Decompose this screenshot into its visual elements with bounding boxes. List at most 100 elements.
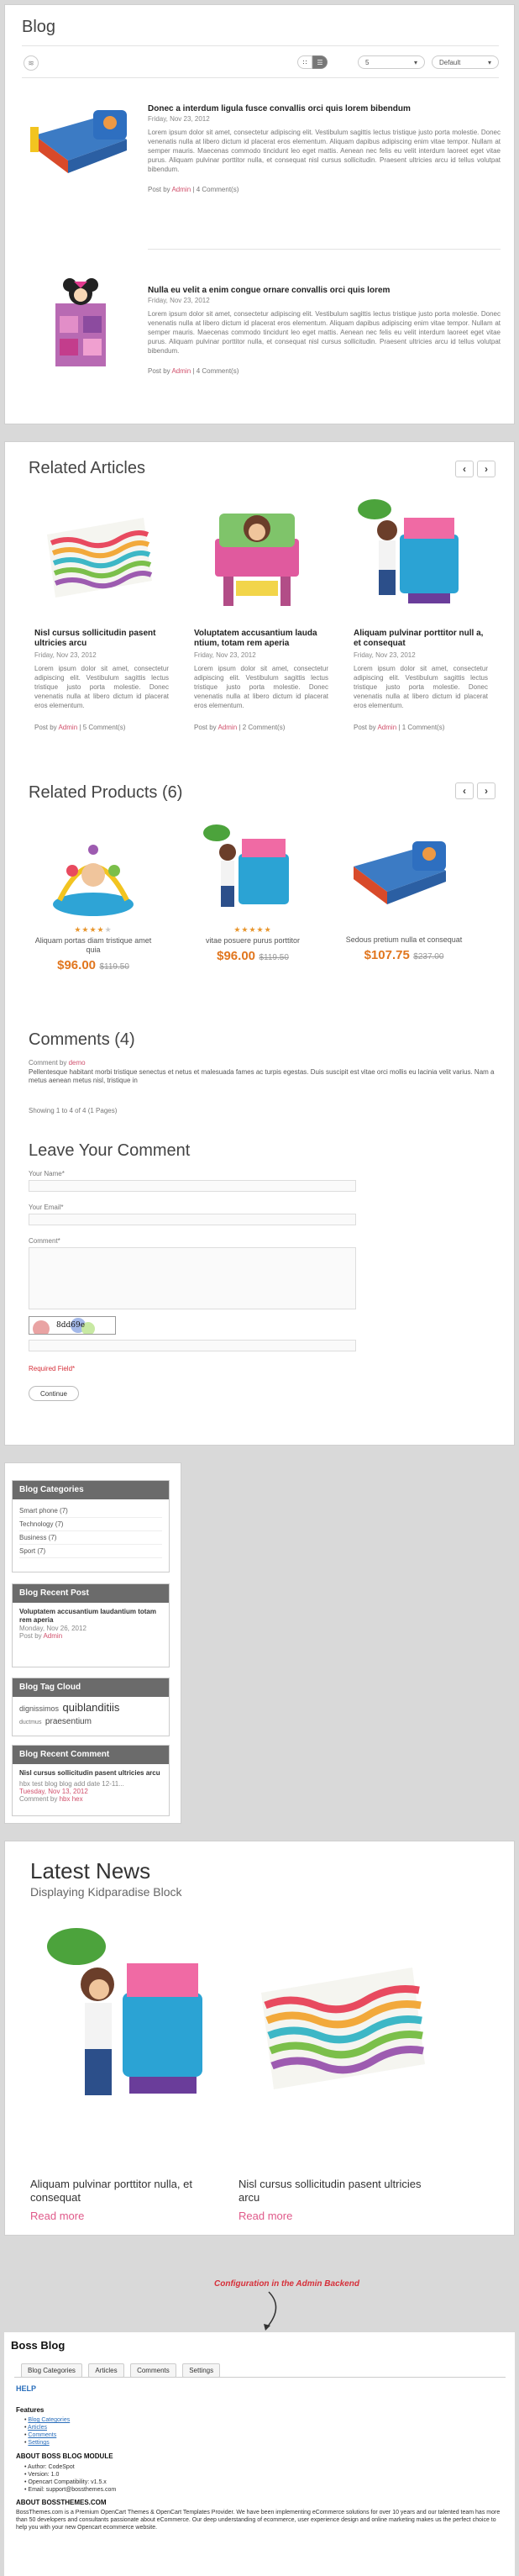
prev-arrow-icon[interactable]: ‹: [455, 782, 474, 799]
next-arrow-icon[interactable]: ›: [477, 461, 495, 477]
feature-link[interactable]: Settings: [28, 2440, 49, 2446]
blanket-image[interactable]: [34, 501, 160, 610]
comment-author-link[interactable]: demo: [69, 1059, 86, 1067]
grid-view-icon[interactable]: ∷: [297, 55, 312, 69]
product-old-price: $119.50: [99, 962, 129, 972]
post-date: Friday, Nov 23, 2012: [148, 115, 210, 123]
prev-arrow-icon[interactable]: ‹: [455, 461, 474, 477]
tab-settings[interactable]: Settings: [182, 2363, 221, 2378]
limit-select[interactable]: 5 ▾: [358, 55, 425, 69]
author-link[interactable]: hbx hex: [60, 1795, 83, 1803]
product-name[interactable]: Sedous pretium nulla et consequat: [345, 935, 463, 945]
related-article-meta: Post by Admin | 1 Comment(s): [354, 724, 445, 731]
product-price: $96.00: [217, 949, 256, 963]
rss-icon[interactable]: ≋: [24, 55, 39, 71]
related-article-excerpt: Lorem ipsum dolor sit amet, consectetur …: [354, 665, 488, 709]
category-item[interactable]: Sport (7): [19, 1545, 162, 1558]
product-name[interactable]: Aliquam portas diam tristique amet quia: [34, 936, 152, 955]
product-price: $107.75: [364, 948, 410, 962]
category-item[interactable]: Smart phone (7): [19, 1504, 162, 1518]
feature-link[interactable]: Blog Categories: [28, 2417, 70, 2423]
list-view-icon[interactable]: ☰: [312, 55, 328, 69]
sort-select[interactable]: Default ▾: [432, 55, 499, 69]
rating-stars: ★★★★★: [233, 925, 272, 934]
admin-title: Boss Blog: [11, 2339, 66, 2352]
read-more-link[interactable]: Read more: [239, 2210, 292, 2222]
recent-post-meta: Post by Admin: [19, 1632, 63, 1640]
author-link[interactable]: Admin: [171, 186, 191, 193]
blog-categories-title: Blog Categories: [13, 1481, 169, 1499]
author-link[interactable]: Admin: [377, 724, 396, 731]
recent-comment-title: Blog Recent Comment: [13, 1746, 169, 1764]
kids-kitchen-image[interactable]: [349, 493, 475, 614]
rating-stars: ★★★★★: [74, 925, 113, 934]
related-article-date: Friday, Nov 23, 2012: [194, 651, 256, 659]
tab-blog-categories[interactable]: Blog Categories: [21, 2363, 82, 2378]
about-module-title: ABOUT BOSS BLOG MODULE: [16, 2452, 113, 2460]
next-arrow-icon[interactable]: ›: [477, 782, 495, 799]
category-item[interactable]: Technology (7): [19, 1518, 162, 1531]
post-title[interactable]: Donec a interdum ligula fusce convallis …: [148, 104, 501, 113]
tab-articles[interactable]: Articles: [88, 2363, 124, 2378]
latest-news-subtitle: Displaying Kidparadise Block: [30, 1885, 182, 1899]
desk-image[interactable]: [194, 497, 320, 614]
comment-label: Comment*: [29, 1237, 60, 1245]
about-themes-title: ABOUT BOSSTHEMES.COM: [16, 2499, 107, 2506]
news-title[interactable]: Aliquam pulvinar porttitor nulla, et con…: [30, 2178, 232, 2205]
related-article-meta: Post by Admin | 2 Comment(s): [194, 724, 286, 731]
view-toggle: ∷ ☰: [297, 55, 328, 69]
recent-comment-text: hbx test blog blog add date 12-11...: [19, 1780, 124, 1788]
kids-kitchen-image[interactable]: [198, 820, 299, 921]
activity-gym-image[interactable]: [43, 824, 144, 921]
product-card: ★★★★★ Aliquam portas diam tristique amet…: [34, 925, 152, 973]
related-products-title: Related Products (6): [29, 783, 183, 802]
product-card: ★★★★★ vitae posuere purus porttitor $96.…: [194, 925, 312, 964]
required-note: Required Field*: [29, 1365, 76, 1372]
post-title[interactable]: Nulla eu velit a enim congue ornare conv…: [148, 286, 501, 295]
author-link[interactable]: Admin: [43, 1632, 62, 1640]
recent-post-date: Monday, Nov 26, 2012: [19, 1625, 86, 1632]
tag-link[interactable]: dignissimos: [19, 1704, 59, 1713]
news-title[interactable]: Nisl cursus sollicitudin pasent ultricie…: [239, 2178, 440, 2205]
tab-comments[interactable]: Comments: [130, 2363, 176, 2378]
tag-link[interactable]: praesentium: [45, 1717, 92, 1726]
bed-image[interactable]: [26, 102, 135, 182]
author-link[interactable]: Admin: [218, 724, 237, 731]
email-field[interactable]: [29, 1214, 356, 1225]
product-old-price: $237.00: [413, 952, 444, 961]
tag-link[interactable]: quiblanditiis: [62, 1701, 119, 1714]
captcha-image: 8dd69e: [29, 1316, 116, 1335]
toy-organizer-image[interactable]: [39, 278, 123, 371]
blog-categories-module: Blog Categories Smart phone (7) Technolo…: [12, 1480, 170, 1572]
blanket-image[interactable]: [244, 1946, 438, 2102]
author-link[interactable]: Admin: [171, 367, 191, 375]
read-more-link[interactable]: Read more: [30, 2210, 84, 2222]
page-title: Blog: [22, 18, 56, 36]
name-label: Your Name*: [29, 1170, 65, 1177]
name-field[interactable]: [29, 1180, 356, 1192]
product-name[interactable]: vitae posuere purus porttitor: [194, 936, 312, 946]
product-price: $96.00: [57, 958, 97, 972]
curved-arrow-icon: [252, 2290, 286, 2332]
post-excerpt: Lorem ipsum dolor sit amet, consectetur …: [148, 129, 501, 173]
feature-link[interactable]: Comments: [28, 2432, 56, 2438]
config-note: Configuration in the Admin Backend: [214, 2279, 359, 2289]
comment-textarea[interactable]: [29, 1247, 356, 1309]
feature-link[interactable]: Articles: [28, 2425, 47, 2431]
email-label: Your Email*: [29, 1204, 64, 1211]
related-article-title[interactable]: Nisl cursus sollicitudin pasent ultricie…: [34, 629, 169, 649]
author-link[interactable]: Admin: [58, 724, 77, 731]
bed-image[interactable]: [345, 829, 454, 913]
related-article-title[interactable]: Aliquam pulvinar porttitor null a, et co…: [354, 629, 488, 649]
recent-post-link[interactable]: Voluptatem accusantium laudantium totam …: [19, 1608, 162, 1625]
sidebar-panel: Blog Categories Smart phone (7) Technolo…: [4, 1462, 181, 1824]
recent-comment-link[interactable]: Nisl cursus sollicitudin pasent ultricie…: [19, 1769, 162, 1778]
tag-link[interactable]: ductmus: [19, 1720, 41, 1725]
kids-kitchen-image[interactable]: [39, 1917, 215, 2119]
post-date: Friday, Nov 23, 2012: [148, 297, 210, 304]
captcha-field[interactable]: [29, 1340, 356, 1351]
continue-button[interactable]: Continue: [29, 1386, 79, 1401]
category-item[interactable]: Business (7): [19, 1531, 162, 1545]
related-article-date: Friday, Nov 23, 2012: [354, 651, 416, 659]
related-article-title[interactable]: Voluptatem accusantium lauda ntium, tota…: [194, 629, 328, 649]
